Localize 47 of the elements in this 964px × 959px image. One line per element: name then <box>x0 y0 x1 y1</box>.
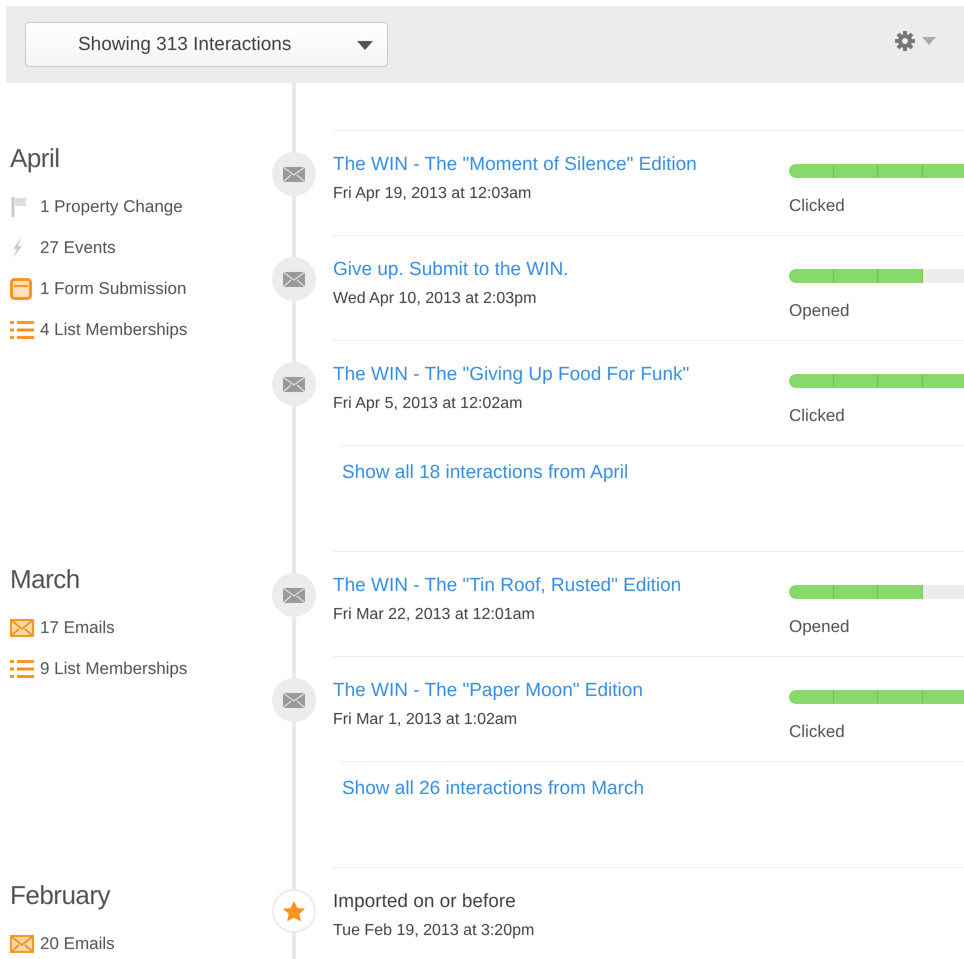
status-text: Opened <box>789 301 850 321</box>
email-link[interactable]: The WIN - The "Giving Up Food For Funk" <box>333 363 690 387</box>
caret-icon <box>922 37 936 45</box>
date-text: Tue Feb 19, 2013 at 3:20pm <box>333 922 536 940</box>
date-text: Fri Apr 5, 2013 at 12:02am <box>333 395 524 413</box>
envelope-icon <box>10 934 34 952</box>
caret-icon <box>357 41 373 50</box>
list-icon <box>10 658 34 678</box>
envelope-icon <box>283 692 305 708</box>
email-link[interactable]: The WIN - The "Tin Roof, Rusted" Edition <box>333 574 682 598</box>
show-all-link[interactable]: Show all 18 interactions from April <box>342 462 628 483</box>
month-heading: February <box>10 880 112 910</box>
email-link[interactable]: The WIN - The "Moment of Silence" Edition <box>333 153 697 177</box>
star-icon <box>283 900 305 922</box>
filter-dropdown[interactable]: Showing 313 Interactions <box>25 22 388 67</box>
settings-icon <box>894 30 916 52</box>
lightning-icon <box>10 236 24 258</box>
settings-menu-button[interactable] <box>894 30 936 52</box>
summary-count: 1 Form Submission <box>40 278 186 298</box>
summary-count: 27 Events <box>40 238 116 258</box>
date-text: Wed Apr 10, 2013 at 2:03pm <box>333 290 538 308</box>
flag-icon <box>10 196 30 218</box>
envelope-icon <box>283 588 305 602</box>
date-text: Fri Mar 22, 2013 at 12:01am <box>333 606 536 624</box>
month-heading: March <box>10 564 81 594</box>
envelope-icon <box>283 376 305 392</box>
summary-count: 1 Property Change <box>40 196 183 216</box>
status-text: Opened <box>789 617 850 637</box>
date-text: Fri Mar 1, 2013 at 1:02am <box>333 711 518 729</box>
status-text: Clicked <box>789 722 846 742</box>
summary-count: 17 Emails <box>40 618 115 638</box>
month-heading: April <box>10 143 61 173</box>
envelope-icon <box>283 272 305 286</box>
import-title: Imported on or before <box>333 890 516 914</box>
summary-count: 9 List Memberships <box>40 658 188 678</box>
email-link[interactable]: The WIN - The "Paper Moon" Edition <box>333 679 643 703</box>
envelope-icon <box>283 166 305 182</box>
form-icon <box>10 278 32 300</box>
list-icon <box>10 320 34 340</box>
show-all-link[interactable]: Show all 26 interactions from March <box>342 778 644 799</box>
summary-count: 20 Emails <box>40 934 115 954</box>
summary-count: 4 List Memberships <box>40 320 188 340</box>
email-link[interactable]: Give up. Submit to the WIN. <box>333 258 568 282</box>
envelope-icon <box>10 618 34 636</box>
status-text: Clicked <box>789 196 846 216</box>
status-text: Clicked <box>789 406 846 426</box>
date-text: Fri Apr 19, 2013 at 12:03am <box>333 185 532 203</box>
